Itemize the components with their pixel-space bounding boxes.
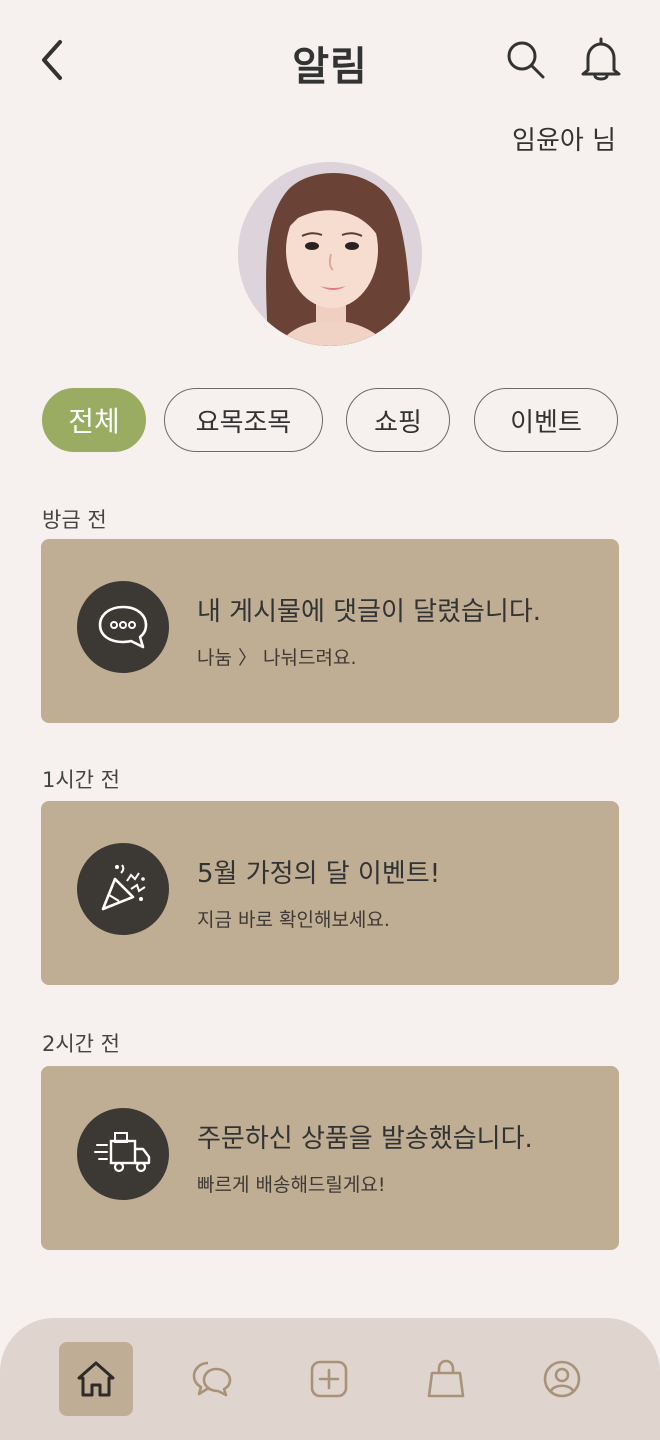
notification-subtitle: 나눔 〉 나눠드려요. <box>197 647 357 669</box>
notification-time: 방금 전 <box>42 508 107 532</box>
chat-bubbles-icon <box>192 1361 232 1397</box>
notification-time: 1시간 전 <box>42 768 120 792</box>
nav-home[interactable] <box>59 1342 133 1416</box>
bell-icon <box>581 37 621 81</box>
nav-add[interactable] <box>292 1342 366 1416</box>
notification-title: 주문하신 상품을 발송했습니다. <box>197 1124 533 1154</box>
notification-title: 내 게시물에 댓글이 달렸습니다. <box>197 597 542 627</box>
notification-card-shipping[interactable]: 주문하신 상품을 발송했습니다. 빠르게 배송해드릴게요! <box>41 1066 619 1250</box>
filter-chip-yomokjomok[interactable]: 요목조목 <box>164 388 323 452</box>
page-title: 알림 <box>292 44 368 90</box>
bottom-navigation <box>0 1318 660 1440</box>
search-icon <box>507 41 545 79</box>
user-name: 임윤아 님 <box>512 126 616 156</box>
delivery-truck-icon <box>77 1108 169 1200</box>
notification-card-event[interactable]: 5월 가정의 달 이벤트! 지금 바로 확인해보세요. <box>41 801 619 985</box>
avatar <box>238 162 422 346</box>
notification-button[interactable] <box>578 36 624 84</box>
speech-bubble-dots-icon <box>77 581 169 673</box>
profile-icon <box>543 1360 581 1398</box>
notification-title: 5월 가정의 달 이벤트! <box>197 859 441 889</box>
filter-chip-shopping[interactable]: 쇼핑 <box>346 388 450 452</box>
home-icon <box>77 1361 115 1397</box>
notification-subtitle: 지금 바로 확인해보세요. <box>197 909 390 931</box>
notification-subtitle: 빠르게 배송해드릴게요! <box>197 1174 386 1196</box>
notification-time: 2시간 전 <box>42 1032 120 1056</box>
top-header: 알림 <box>0 0 660 120</box>
notification-card-comment[interactable]: 내 게시물에 댓글이 달렸습니다. 나눔 〉 나눠드려요. <box>41 539 619 723</box>
filter-chips: 전체 요목조목 쇼핑 이벤트 <box>0 388 660 454</box>
shopping-bag-icon <box>427 1359 465 1398</box>
nav-profile[interactable] <box>525 1342 599 1416</box>
filter-chip-all[interactable]: 전체 <box>42 388 146 452</box>
search-button[interactable] <box>504 38 548 82</box>
filter-chip-event[interactable]: 이벤트 <box>474 388 618 452</box>
add-square-icon <box>310 1360 348 1398</box>
party-popper-icon <box>77 843 169 935</box>
nav-community[interactable] <box>175 1342 249 1416</box>
nav-shop[interactable] <box>409 1342 483 1416</box>
